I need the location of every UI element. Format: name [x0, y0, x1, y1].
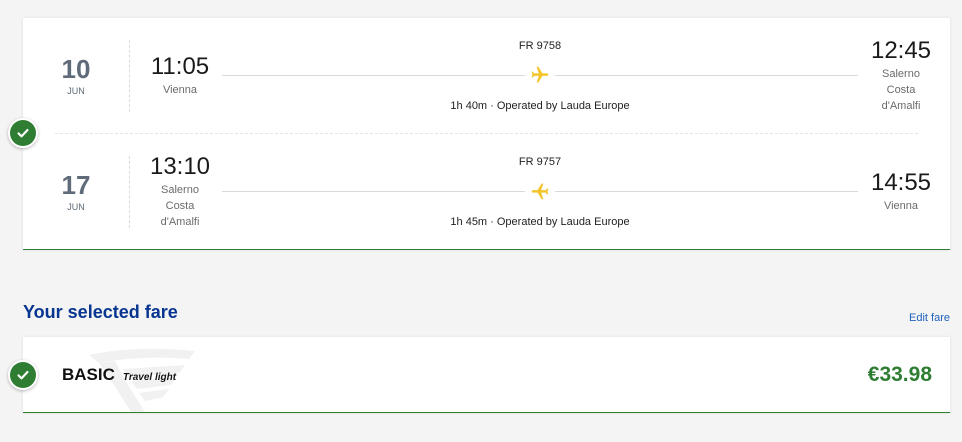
date-day: 10	[61, 53, 91, 84]
departure-time: 13:10	[149, 152, 211, 180]
departure-city: Vienna	[162, 83, 198, 96]
date-month: JUN	[67, 85, 85, 96]
flight-row-return: 17 JUN 13:10 Salerno Costa d'Amalfi FR 9…	[23, 134, 950, 249]
fare-title: BASIC Travel light	[62, 364, 176, 386]
fare-price: €33.98	[867, 363, 932, 386]
edit-fare-link[interactable]: Edit fare	[909, 311, 950, 325]
plane-return-icon	[525, 181, 555, 201]
departure: 11:05 Vienna	[140, 52, 220, 98]
flight-row-outbound: 10 JUN 11:05 Vienna FR 9758 1h 40m · Ope…	[23, 18, 950, 133]
fare-section-heading: Your selected fare	[23, 302, 178, 322]
flight-details: 1h 45m · Operated by Lauda Europe	[450, 216, 630, 228]
fare-check-circle-icon	[8, 360, 38, 390]
itinerary-card: 10 JUN 11:05 Vienna FR 9758 1h 40m · Ope…	[23, 18, 950, 250]
departure: 13:10 Salerno Costa d'Amalfi	[140, 152, 220, 230]
arrival: 14:55 Vienna	[861, 168, 941, 214]
flights-check-circle-icon	[8, 118, 38, 148]
date-divider	[129, 39, 130, 112]
date-month: JUN	[67, 201, 85, 212]
date-day: 17	[61, 169, 91, 200]
arrival-city: Salerno Costa d'Amalfi	[881, 67, 921, 112]
arrival: 12:45 Salerno Costa d'Amalfi	[861, 36, 941, 114]
flight-details: 1h 40m · Operated by Lauda Europe	[450, 100, 630, 112]
arrival-time: 14:55	[870, 168, 932, 196]
arrival-city: Vienna	[883, 199, 919, 212]
flight-number: FR 9757	[518, 156, 562, 168]
arrival-time: 12:45	[870, 36, 932, 64]
route: FR 9757 1h 45m · Operated by Lauda Europ…	[222, 134, 858, 249]
plane-outbound-icon	[525, 65, 555, 85]
fare-name: BASIC	[62, 365, 115, 384]
selected-fare-card: BASIC Travel light €33.98	[23, 337, 950, 413]
route: FR 9758 1h 40m · Operated by Lauda Europ…	[222, 18, 858, 133]
date-divider	[129, 155, 130, 228]
departure-city: Salerno Costa d'Amalfi	[160, 183, 200, 228]
flight-number: FR 9758	[518, 40, 562, 52]
flight-date: 10 JUN	[48, 55, 104, 97]
flight-date: 17 JUN	[48, 171, 104, 213]
fare-tagline: Travel light	[122, 372, 177, 383]
departure-time: 11:05	[150, 52, 210, 80]
